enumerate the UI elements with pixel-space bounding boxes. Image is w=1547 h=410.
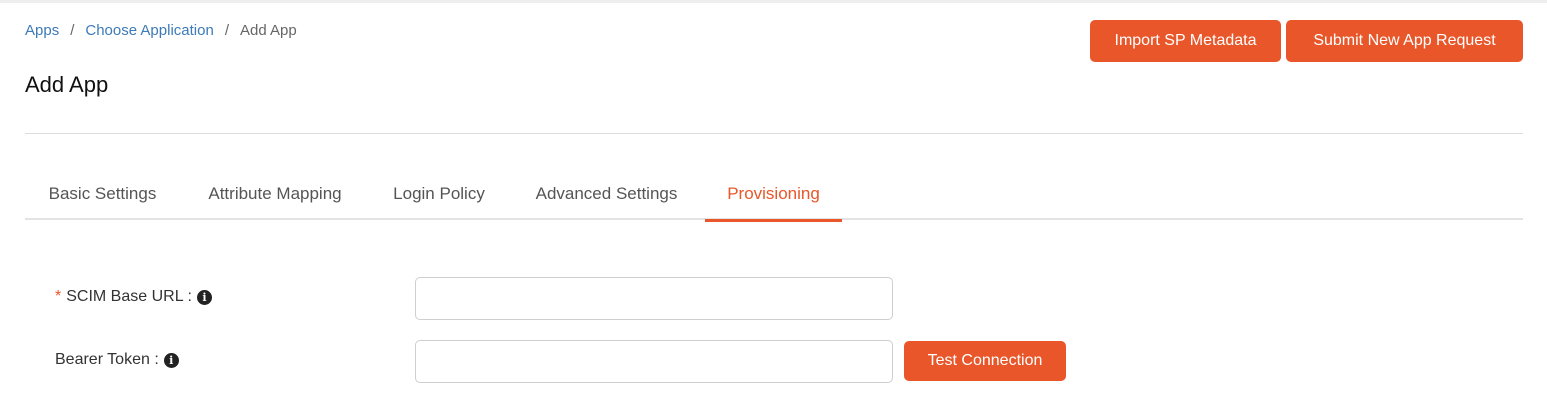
bearer-token-label: Bearer Token : i — [55, 351, 179, 369]
breadcrumb-separator: / — [224, 22, 229, 39]
breadcrumb-link-choose-application[interactable]: Choose Application — [85, 22, 213, 39]
scim-base-url-label: * SCIM Base URL : i — [55, 288, 212, 306]
tab-attribute-mapping[interactable]: Attribute Mapping — [180, 168, 370, 220]
bearer-token-label-text: Bearer Token : — [55, 351, 159, 368]
settings-tabs: Basic Settings Attribute Mapping Login P… — [25, 168, 1523, 222]
breadcrumb-separator: / — [70, 22, 75, 39]
required-mark: * — [55, 288, 62, 305]
submit-new-app-request-button[interactable]: Submit New App Request — [1286, 20, 1523, 62]
breadcrumb: Apps / Choose Application / Add App — [25, 22, 297, 39]
tab-login-policy[interactable]: Login Policy — [370, 168, 508, 220]
tab-provisioning[interactable]: Provisioning — [705, 168, 842, 222]
tab-basic-settings[interactable]: Basic Settings — [25, 168, 180, 220]
import-sp-metadata-button[interactable]: Import SP Metadata — [1090, 20, 1281, 62]
header-divider — [25, 133, 1523, 134]
top-border — [0, 0, 1547, 3]
scim-base-url-label-text: SCIM Base URL : — [66, 288, 192, 305]
tab-advanced-settings[interactable]: Advanced Settings — [508, 168, 705, 220]
breadcrumb-link-apps[interactable]: Apps — [25, 22, 59, 39]
bearer-token-input[interactable] — [415, 340, 893, 383]
info-circle-icon[interactable]: i — [196, 289, 212, 305]
page-title: Add App — [25, 72, 109, 97]
breadcrumb-current: Add App — [239, 22, 297, 39]
scim-base-url-input[interactable] — [415, 277, 893, 320]
info-circle-icon[interactable]: i — [163, 352, 179, 368]
test-connection-button[interactable]: Test Connection — [904, 341, 1066, 381]
